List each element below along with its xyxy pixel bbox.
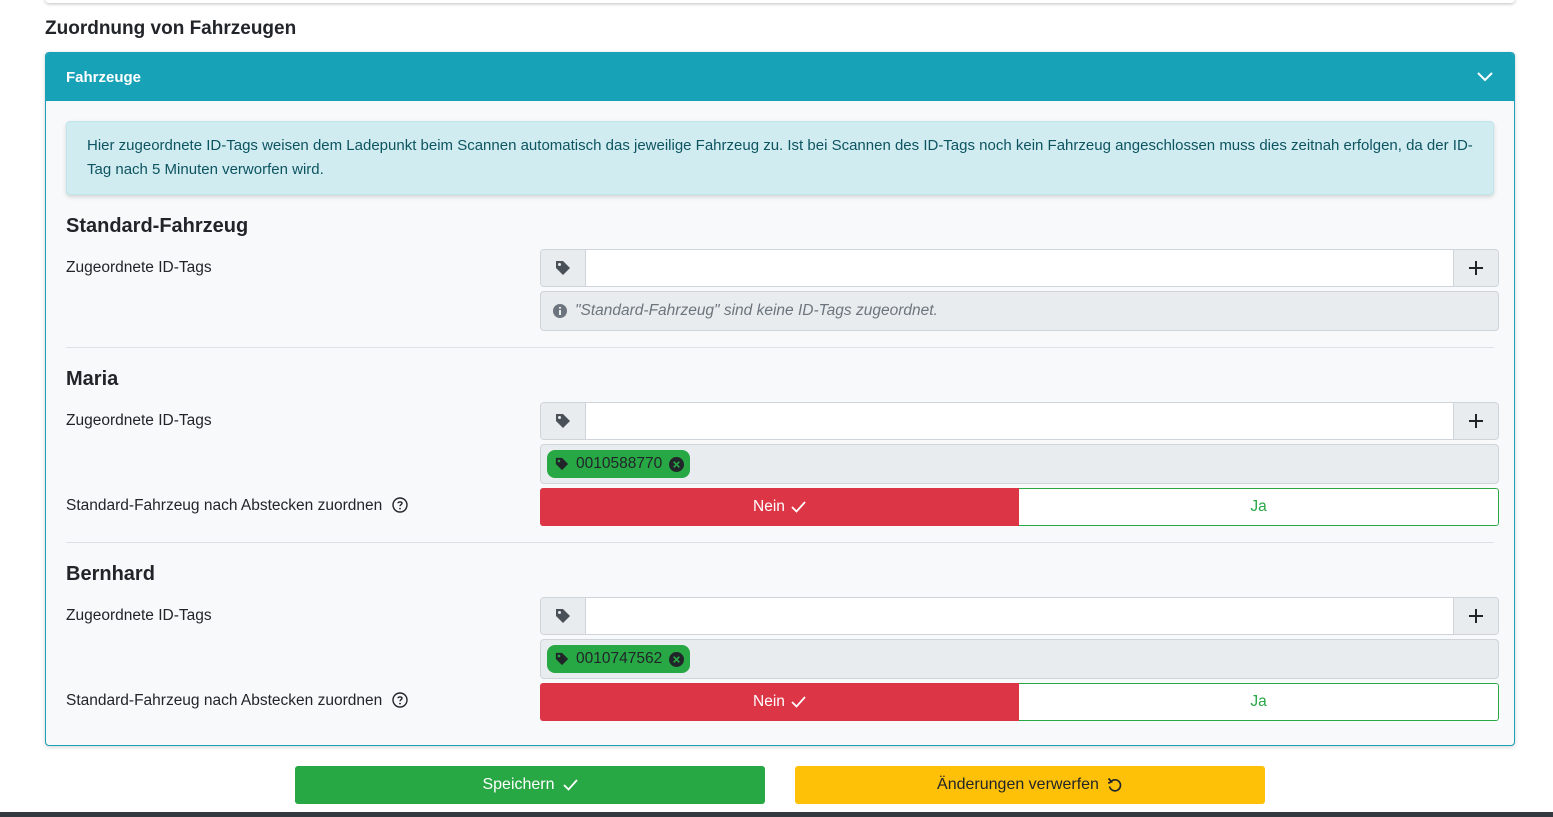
check-icon — [791, 501, 806, 513]
bottom-edge-bar — [0, 812, 1553, 817]
undo-icon — [1107, 777, 1122, 792]
page-heading: Zuordnung von Fahrzeugen — [45, 18, 297, 39]
id-tag-chip: 0010747562 — [547, 645, 691, 673]
id-tags-label: Zugeordnete ID-Tags — [66, 412, 212, 429]
toggle-yes-button[interactable]: Ja — [1019, 683, 1499, 721]
assign-default-toggle: Nein Ja — [540, 683, 1499, 721]
remove-tag-icon[interactable] — [669, 456, 685, 472]
assign-default-toggle: Nein Ja — [540, 488, 1499, 526]
discard-label: Änderungen verwerfen — [937, 776, 1099, 793]
question-circle-icon[interactable] — [391, 692, 408, 713]
divider — [66, 542, 1494, 543]
add-id-tag-button[interactable] — [1453, 403, 1498, 439]
save-label: Speichern — [482, 776, 555, 793]
info-alert: Hier zugeordnete ID-Tags weisen dem Lade… — [66, 121, 1494, 195]
toggle-no-label: Nein — [753, 693, 785, 710]
check-icon — [791, 696, 806, 708]
vehicles-card: Fahrzeuge Hier zugeordnete ID-Tags weise… — [45, 52, 1515, 746]
id-tags-label: Zugeordnete ID-Tags — [66, 259, 212, 276]
scrollbar-track[interactable] — [1542, 0, 1553, 817]
toggle-no-button[interactable]: Nein — [540, 488, 1019, 526]
check-icon — [562, 779, 578, 791]
add-id-tag-button[interactable] — [1453, 250, 1498, 286]
assign-default-label: Standard-Fahrzeug nach Abstecken zuordne… — [66, 692, 408, 713]
assign-default-text: Standard-Fahrzeug nach Abstecken zuordne… — [66, 692, 383, 709]
vehicle-title: Bernhard — [66, 563, 155, 585]
assign-default-label: Standard-Fahrzeug nach Abstecken zuordne… — [66, 497, 408, 518]
discard-changes-button[interactable]: Änderungen verwerfen — [795, 766, 1265, 804]
tag-icon — [541, 403, 586, 439]
id-tag-list: 0010588770 — [540, 444, 1499, 484]
tag-icon — [541, 250, 586, 286]
plus-icon — [1469, 414, 1483, 428]
id-tag-chip: 0010588770 — [547, 450, 691, 478]
vehicle-title: Maria — [66, 368, 119, 390]
toggle-no-button[interactable]: Nein — [540, 683, 1019, 721]
remove-tag-icon[interactable] — [669, 651, 685, 667]
tag-icon — [555, 457, 569, 471]
id-tag-input-group — [540, 402, 1499, 440]
card-body: Hier zugeordnete ID-Tags weisen dem Lade… — [46, 101, 1514, 745]
question-circle-icon[interactable] — [391, 497, 408, 518]
save-button[interactable]: Speichern — [295, 766, 765, 804]
add-id-tag-button[interactable] — [1453, 598, 1498, 634]
id-tag-input[interactable] — [586, 403, 1453, 439]
id-tag-list: "Standard-Fahrzeug" sind keine ID-Tags z… — [540, 291, 1499, 331]
id-tag-value: 0010747562 — [576, 650, 663, 667]
id-tag-input-group — [540, 597, 1499, 635]
info-text: Hier zugeordnete ID-Tags weisen dem Lade… — [87, 137, 1473, 178]
info-circle-icon — [553, 304, 567, 318]
divider — [66, 347, 1494, 348]
id-tag-input[interactable] — [586, 250, 1453, 286]
assign-default-text: Standard-Fahrzeug nach Abstecken zuordne… — [66, 497, 383, 514]
tag-icon — [555, 652, 569, 666]
vehicle-title: Standard-Fahrzeug — [66, 215, 249, 237]
previous-card-edge — [45, 0, 1515, 3]
tag-icon — [541, 598, 586, 634]
chevron-down-icon[interactable] — [1476, 68, 1494, 86]
id-tag-input[interactable] — [586, 598, 1453, 634]
id-tag-list: 0010747562 — [540, 639, 1499, 679]
plus-icon — [1469, 261, 1483, 275]
toggle-no-label: Nein — [753, 498, 785, 515]
id-tag-value: 0010588770 — [576, 455, 663, 472]
card-header[interactable]: Fahrzeuge — [46, 53, 1514, 101]
id-tags-label: Zugeordnete ID-Tags — [66, 607, 212, 624]
card-title: Fahrzeuge — [66, 68, 142, 86]
id-tag-input-group — [540, 249, 1499, 287]
empty-tags-text: "Standard-Fahrzeug" sind keine ID-Tags z… — [575, 302, 938, 319]
toggle-yes-button[interactable]: Ja — [1019, 488, 1499, 526]
empty-tags-note: "Standard-Fahrzeug" sind keine ID-Tags z… — [547, 302, 938, 320]
plus-icon — [1469, 609, 1483, 623]
